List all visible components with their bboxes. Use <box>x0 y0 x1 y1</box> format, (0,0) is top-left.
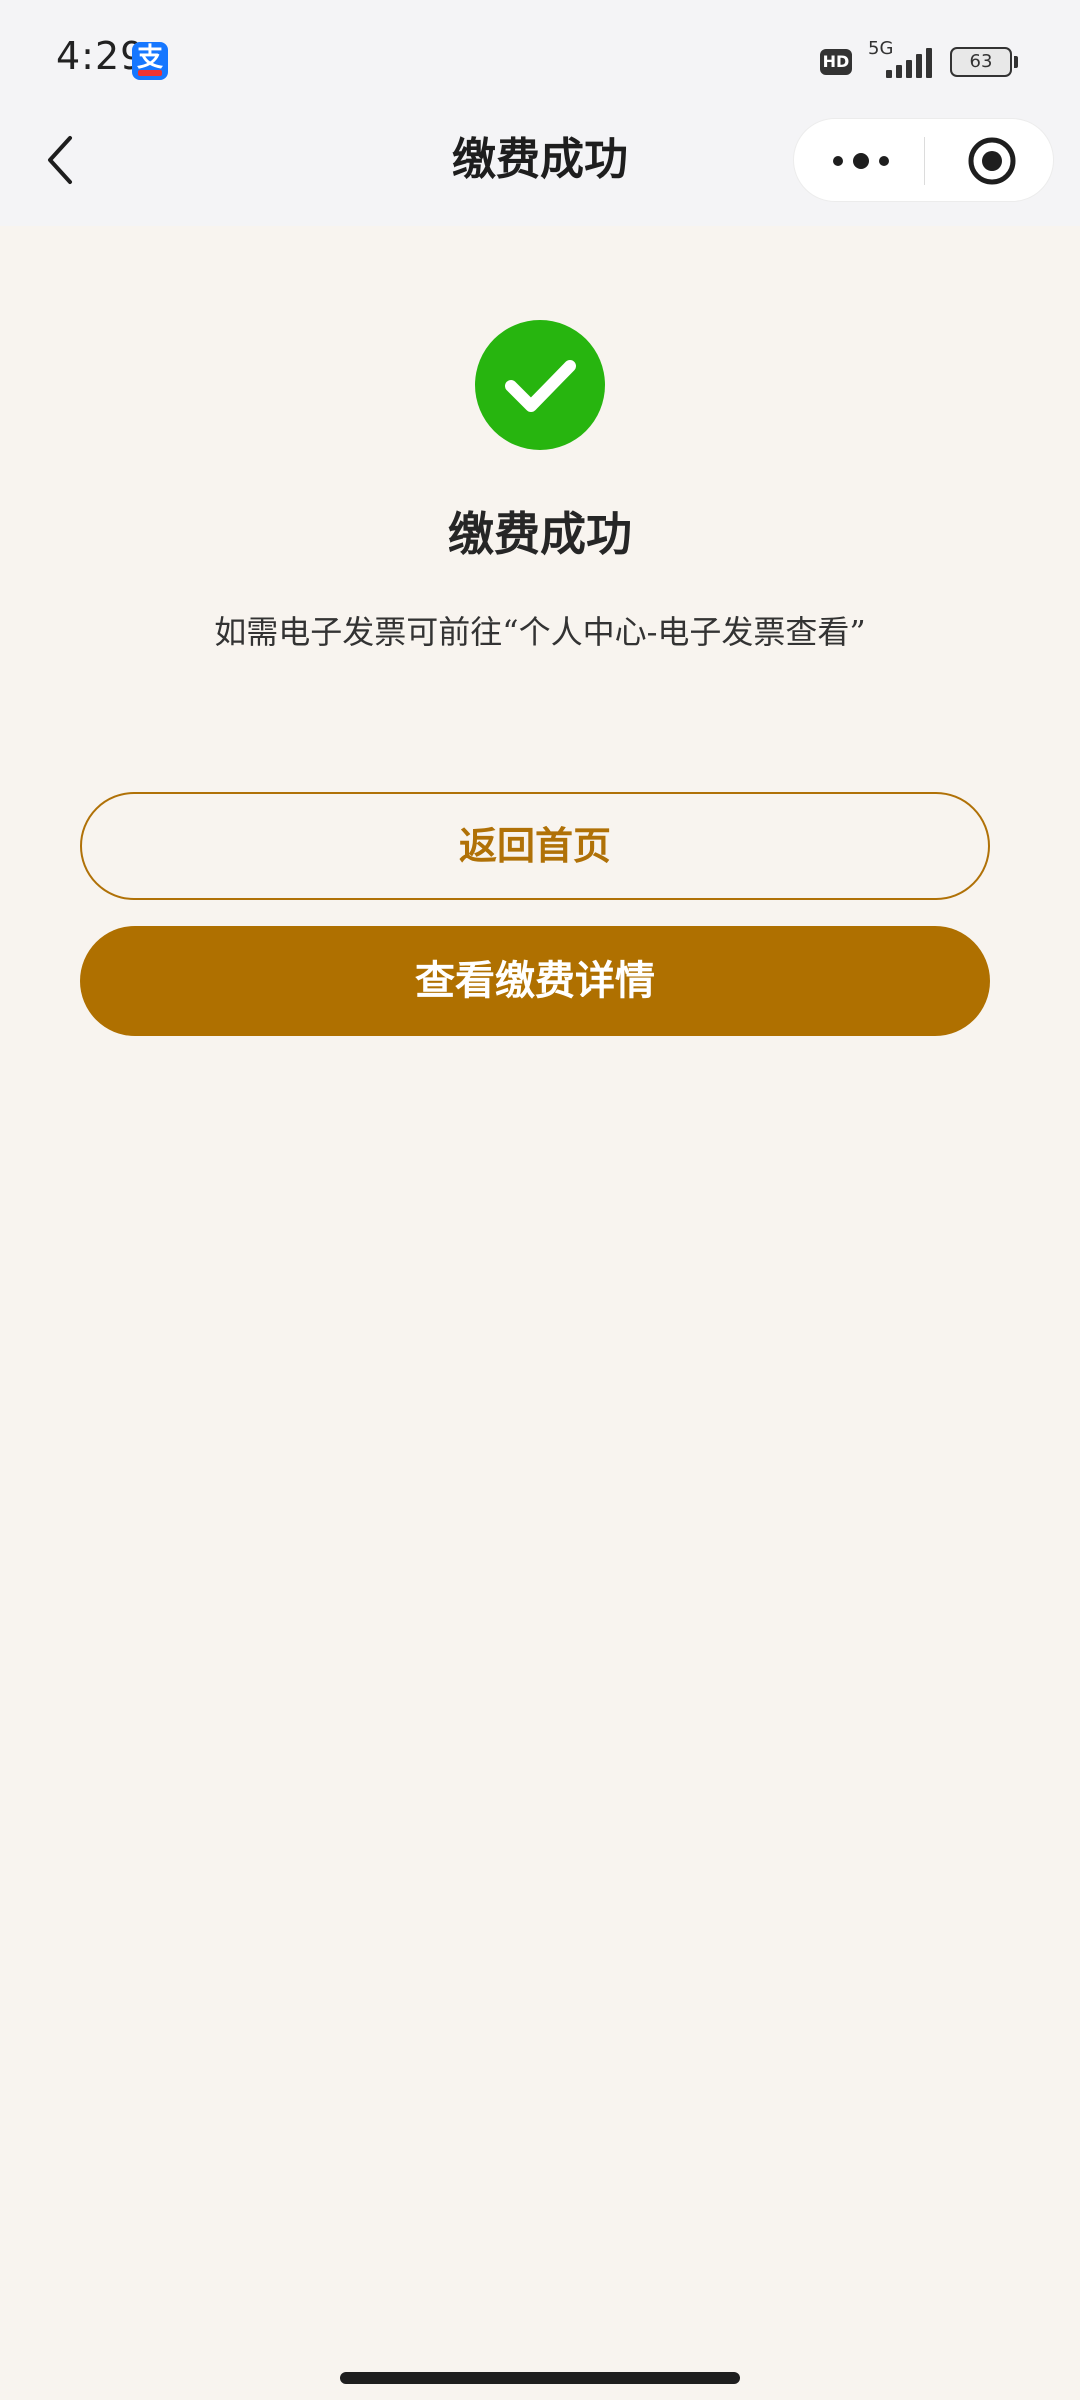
status-bar: 4:29 支 HD 5G 63 <box>0 0 1080 124</box>
battery-icon: 63 <box>950 47 1018 77</box>
signal-bar <box>886 70 892 78</box>
alipay-icon-strip <box>138 70 162 76</box>
alipay-icon-glyph: 支 <box>136 43 163 73</box>
more-dots-icon[interactable] <box>828 141 894 181</box>
signal-bar <box>926 48 932 78</box>
invoice-hint: 如需电子发票可前往“个人中心-电子发票查看” <box>214 613 866 651</box>
alipay-notification-icon: 支 <box>132 42 168 80</box>
signal-icon: 5G <box>866 38 936 82</box>
signal-bar <box>906 60 912 78</box>
status-indicators: HD 5G 63 <box>820 38 1018 82</box>
signal-bar <box>896 65 902 78</box>
result-title: 缴费成功 <box>448 507 632 561</box>
check-circle-icon <box>475 320 605 450</box>
network-type-label: 5G <box>868 38 894 59</box>
home-indicator[interactable] <box>340 2372 740 2384</box>
view-payment-details-button[interactable]: 查看缴费详情 <box>80 926 990 1036</box>
hd-icon: HD <box>820 49 852 75</box>
close-miniprogram-icon[interactable] <box>967 136 1017 186</box>
signal-bar <box>916 54 922 78</box>
back-home-button[interactable]: 返回首页 <box>80 792 990 900</box>
capsule-divider <box>924 137 925 185</box>
miniprogram-capsule <box>793 118 1054 202</box>
